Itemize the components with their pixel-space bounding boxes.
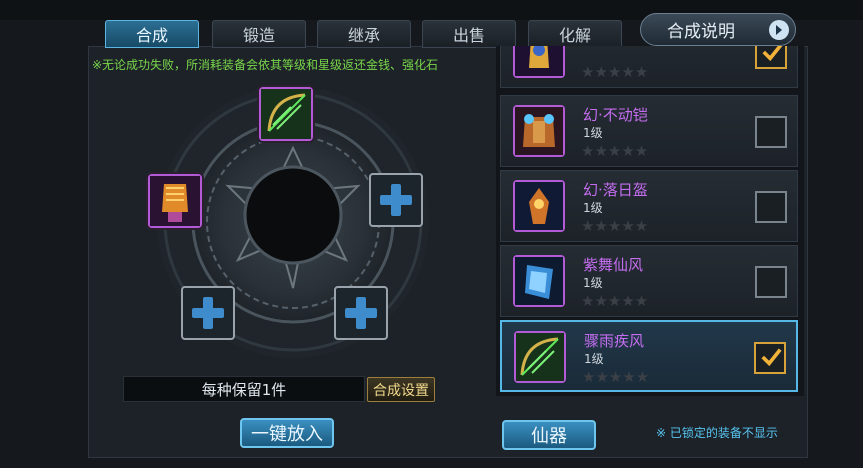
keep-count-display: 每种保留1件 — [123, 376, 365, 402]
slot-bottom-right-empty[interactable] — [334, 286, 388, 340]
item-checkbox[interactable] — [755, 116, 787, 148]
tab-synthesis[interactable]: 合成 — [105, 20, 199, 48]
item-icon — [513, 105, 565, 157]
help-button-label: 合成说明 — [667, 22, 735, 42]
slot-top-bow[interactable] — [259, 87, 313, 141]
item-stars: ★★★★★ — [582, 368, 650, 386]
tab-forge[interactable]: 锻造 — [212, 20, 306, 48]
item-level: 1级 — [583, 276, 603, 290]
item-stars: ★★★★★ — [581, 292, 649, 310]
category-immortal-button[interactable]: 仙器 — [502, 420, 596, 450]
slot-right-empty[interactable] — [369, 173, 423, 227]
one-click-add-button[interactable]: 一键放入 — [240, 418, 334, 448]
item-name: 紫舞仙风 — [583, 256, 644, 274]
item-level: 1级 — [583, 201, 603, 215]
plus-icon — [192, 297, 224, 329]
item-checkbox[interactable] — [755, 266, 787, 298]
item-checkbox[interactable] — [755, 46, 787, 69]
synthesis-notice: ※无论成功失败，所消耗装备会依其等级和星级返还金钱、强化石 — [92, 58, 439, 72]
tab-sell[interactable]: 出售 — [422, 20, 516, 48]
chevron-right-icon — [769, 20, 789, 40]
helmet-icon — [150, 176, 200, 226]
item-name: 幻·落日盔 — [583, 181, 648, 199]
item-icon — [513, 46, 565, 78]
slot-bottom-left-empty[interactable] — [181, 286, 235, 340]
item-checkbox[interactable] — [755, 191, 787, 223]
plus-icon — [380, 184, 412, 216]
slot-left-helmet[interactable] — [148, 174, 202, 228]
tab-inherit[interactable]: 继承 — [317, 20, 411, 48]
item-name: 幻·不动铠 — [583, 106, 648, 124]
equipment-list[interactable]: ★★★★★ 幻·不动铠 1级 ★★★★★ 幻·落日盔 1级 ★★★★★ 紫舞仙风… — [496, 46, 804, 396]
item-stars: ★★★★★ — [581, 63, 649, 81]
list-item[interactable]: ★★★★★ — [500, 46, 798, 88]
item-name: 骤雨疾风 — [584, 332, 645, 350]
synthesis-settings-button[interactable]: 合成设置 — [367, 377, 435, 402]
item-level: 1级 — [584, 352, 604, 366]
list-item[interactable]: 骤雨疾风 1级 ★★★★★ — [500, 320, 798, 392]
plus-icon — [345, 297, 377, 329]
item-icon — [513, 255, 565, 307]
item-level: 1级 — [583, 126, 603, 140]
locked-items-footnote: ※ 已锁定的装备不显示 — [656, 426, 778, 440]
bow-icon — [261, 89, 311, 139]
item-stars: ★★★★★ — [581, 217, 649, 235]
tab-dissolve[interactable]: 化解 — [528, 20, 622, 48]
checkmark-icon — [761, 348, 782, 367]
list-item[interactable]: 幻·落日盔 1级 ★★★★★ — [500, 170, 798, 242]
synthesis-help-button[interactable]: 合成说明 — [640, 13, 796, 46]
item-checkbox[interactable] — [754, 342, 786, 374]
item-icon — [513, 180, 565, 232]
checkmark-icon — [762, 46, 783, 62]
list-item[interactable]: 幻·不动铠 1级 ★★★★★ — [500, 95, 798, 167]
item-icon — [514, 331, 566, 383]
list-item[interactable]: 紫舞仙风 1级 ★★★★★ — [500, 245, 798, 317]
item-stars: ★★★★★ — [581, 142, 649, 160]
